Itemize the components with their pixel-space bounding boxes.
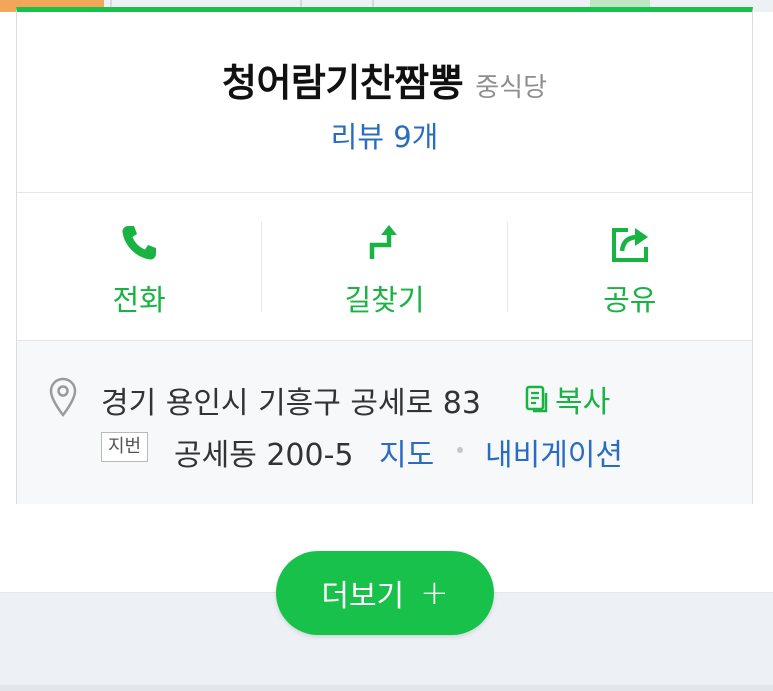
address-section: 경기 용인시 기흥구 공세로 83 복사 지번 공세동 200-5 지도 내비게… [17,341,752,504]
jibeon-address: 공세동 200-5 [174,438,354,473]
share-icon [611,228,648,262]
call-label: 전화 [112,283,166,317]
share-button[interactable]: 공유 [508,193,752,340]
directions-button[interactable]: 길찾기 [262,193,506,340]
copy-address-button[interactable]: 복사 [525,377,610,421]
navigation-link[interactable]: 내비게이션 [485,430,623,474]
location-pin-icon [49,377,77,417]
phone-icon [122,226,157,260]
review-link[interactable]: 리뷰 9개 [17,114,752,156]
road-address: 경기 용인시 기흥구 공세로 83 [101,386,481,421]
separator-dot [457,447,463,453]
plus-icon: + [420,573,449,613]
place-title: 청어람기찬짬뽕 [222,61,464,105]
more-button[interactable]: 더보기 + [276,551,494,635]
copy-icon [525,385,548,413]
place-category: 중식당 [475,73,547,103]
directions-label: 길찾기 [344,283,425,317]
place-header: 청어람기찬짬뽕 중식당 리뷰 9개 [17,12,752,193]
action-bar: 전화 길찾기 공유 [17,193,752,341]
call-button[interactable]: 전화 [17,193,261,340]
place-card: 청어람기찬짬뽕 중식당 리뷰 9개 전화 길찾기 공유 경기 용인시 기흥구 공… [16,7,753,504]
jibeon-badge: 지번 [101,432,149,462]
map-link[interactable]: 지도 [379,430,434,474]
copy-label: 복사 [555,385,611,420]
more-label: 더보기 [321,579,405,614]
directions-icon [370,225,398,259]
share-label: 공유 [603,283,657,317]
